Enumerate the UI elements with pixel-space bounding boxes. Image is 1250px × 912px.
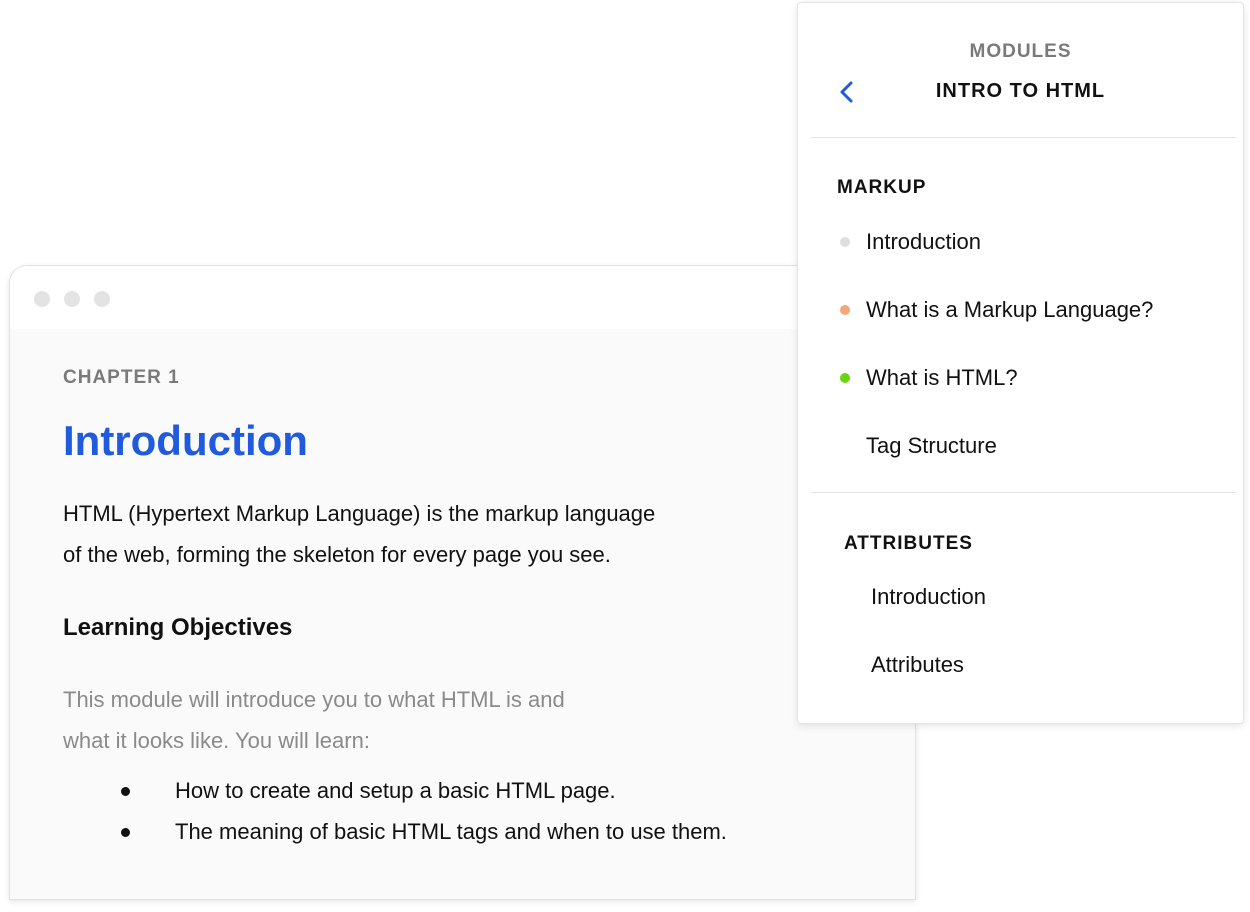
list-item: The meaning of basic HTML tags and when … xyxy=(63,811,727,852)
section-title-attributes: ATTRIBUTES xyxy=(844,533,973,554)
lesson-item-attributes-introduction[interactable]: Introduction xyxy=(871,584,986,610)
objective-text: How to create and setup a basic HTML pag… xyxy=(175,778,616,803)
window-dot-icon xyxy=(34,291,50,307)
window-titlebar xyxy=(10,266,915,329)
lesson-title: Introduction xyxy=(63,417,308,464)
objectives-description-line: This module will introduce you to what H… xyxy=(63,687,565,712)
objectives-list: How to create and setup a basic HTML pag… xyxy=(63,770,727,852)
module-title: INTRO TO HTML xyxy=(935,80,1106,102)
bullet-icon xyxy=(121,828,130,837)
modules-label: MODULES xyxy=(969,41,1072,62)
lesson-window: CHAPTER 1 Introduction HTML (Hypertext M… xyxy=(9,265,916,900)
window-dot-icon xyxy=(64,291,80,307)
objectives-heading: Learning Objectives xyxy=(63,614,293,641)
objectives-description-line: what it looks like. You will learn: xyxy=(63,728,370,753)
modules-panel: MODULES INTRO TO HTML MARKUP Introductio… xyxy=(797,2,1244,724)
lesson-item-attributes[interactable]: Attributes xyxy=(871,652,964,678)
lesson-intro-line: HTML (Hypertext Markup Language) is the … xyxy=(63,501,656,526)
lesson-intro: HTML (Hypertext Markup Language) is the … xyxy=(63,493,763,575)
panel-divider xyxy=(811,492,1236,493)
status-dot-icon xyxy=(840,305,850,315)
lesson-item-tag-structure[interactable]: Tag Structure xyxy=(866,433,997,459)
objectives-description: This module will introduce you to what H… xyxy=(63,679,683,761)
window-dot-icon xyxy=(94,291,110,307)
section-title-markup: MARKUP xyxy=(837,177,927,198)
list-item: How to create and setup a basic HTML pag… xyxy=(63,770,727,811)
lesson-item-introduction[interactable]: Introduction xyxy=(866,229,981,255)
bullet-icon xyxy=(121,787,130,796)
lesson-intro-line: of the web, forming the skeleton for eve… xyxy=(63,542,611,567)
status-dot-icon xyxy=(840,237,850,247)
chapter-label: CHAPTER 1 xyxy=(63,367,180,388)
status-dot-icon xyxy=(840,373,850,383)
objective-text: The meaning of basic HTML tags and when … xyxy=(175,819,727,844)
lesson-item-what-is-html[interactable]: What is HTML? xyxy=(866,365,1018,391)
panel-divider xyxy=(811,137,1236,138)
lesson-item-markup-language[interactable]: What is a Markup Language? xyxy=(866,297,1153,323)
